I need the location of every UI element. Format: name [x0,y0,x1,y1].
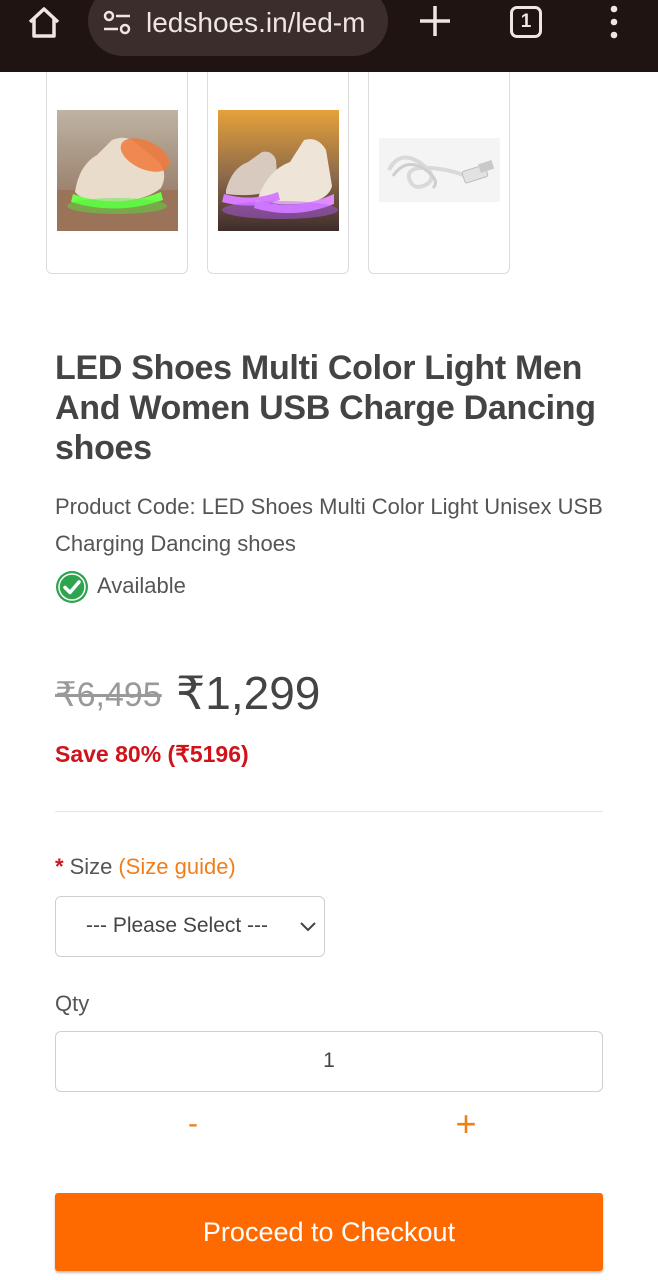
qty-decrease-button[interactable]: - [178,1104,208,1144]
check-circle-icon [56,571,88,603]
size-guide-link[interactable]: (Size guide) [118,854,235,879]
proceed-to-checkout-button[interactable]: Proceed to Checkout [55,1193,603,1271]
overflow-menu-icon[interactable] [604,4,624,40]
sale-price: ₹1,299 [176,667,321,719]
size-label-text: Size [69,854,113,879]
new-tab-icon[interactable] [418,4,452,38]
usb-cable-image [379,138,500,202]
browser-toolbar: ledshoes.in/led-m 1 [0,0,658,72]
tab-switcher-icon[interactable]: 1 [510,6,542,38]
product-title: LED Shoes Multi Color Light Men And Wome… [55,349,596,467]
shoe-purple-light-image [218,110,339,231]
size-label: * Size (Size guide) [55,854,236,880]
divider [55,811,603,812]
size-select-value: --- Please Select --- [86,914,269,937]
qty-label: Qty [55,991,90,1016]
chevron-down-icon [300,922,316,932]
original-price: ₹6,495 [55,676,162,714]
required-marker: * [55,854,64,879]
product-thumbnail-3[interactable] [368,72,510,274]
qty-increase-button[interactable]: + [450,1104,482,1144]
home-icon[interactable] [26,5,62,41]
size-select[interactable]: --- Please Select --- [55,896,325,957]
product-thumbnail-2[interactable] [207,72,349,274]
shoe-green-light-image [57,110,178,231]
savings-text: Save 80% (₹5196) [55,741,249,767]
site-settings-icon[interactable] [102,9,132,37]
product-code: Product Code: LED Shoes Multi Color Ligh… [55,494,603,556]
product-thumbnail-1[interactable] [46,72,188,274]
url-text[interactable]: ledshoes.in/led-m [146,6,372,40]
qty-input[interactable]: 1 [55,1031,603,1092]
availability-status: Available [97,573,186,598]
